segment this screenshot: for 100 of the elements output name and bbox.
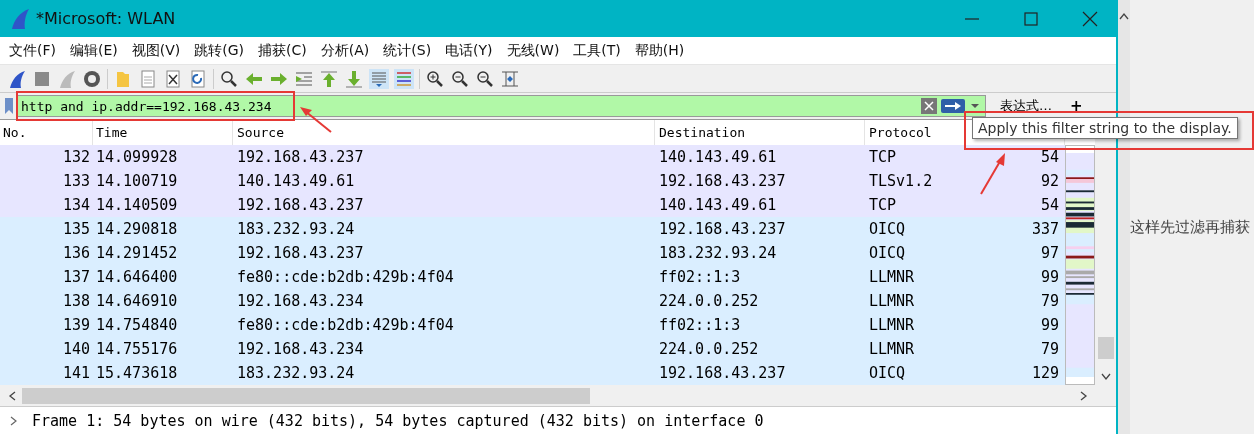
table-cell-text: LLMNR [868,340,916,358]
fin-icon[interactable] [7,68,27,89]
bookmark-icon[interactable] [4,97,14,115]
chevron-up-icon[interactable] [1119,12,1129,20]
table-cell-text: TLSv1.2 [868,172,934,190]
table-cell-text: 192.168.43.237 [658,172,787,190]
chevron-down-icon[interactable] [1100,373,1111,381]
table-cell-text: 192.168.43.234 [236,340,365,358]
menu-item[interactable]: 电话(Y) [445,41,493,60]
zoom-out-icon[interactable] [450,68,470,89]
table-cell-text: 192.168.43.234 [236,292,365,310]
table-cell-text: ff02::1:3 [658,316,742,334]
annotation-arrow [979,152,1007,196]
table-cell-text: 92 [1039,172,1060,190]
menu-item[interactable]: 跳转(G) [194,41,245,60]
menu-item[interactable]: 统计(S) [383,41,432,60]
table-cell-text: 14.754840 [95,316,179,334]
down-arrow-icon[interactable] [344,68,364,89]
table-cell-text: 137 [61,268,91,286]
table-cell-text: TCP [868,148,898,166]
expression-button[interactable]: 表达式… [996,97,1056,115]
packet-row[interactable]: 134 14.140509 192.168.43.237 140.143.49.61 TCP 54 [0,193,1065,217]
table-cell-text: 99 [1039,268,1060,286]
scroll-thumb[interactable] [1097,337,1114,359]
chevron-right-icon[interactable] [1080,390,1088,401]
table-cell-text: 224.0.0.252 [658,340,760,358]
packet-row[interactable]: 136 14.291452 192.168.43.237 183.232.93.24 OICQ 97 [0,241,1065,265]
table-cell-text: 134 [61,196,91,214]
menu-item[interactable]: 工具(T) [573,41,621,60]
chevron-left-icon[interactable] [8,390,16,401]
table-cell-text: ff02::1:3 [658,268,742,286]
zoom-in-icon[interactable] [425,68,445,89]
menu-item[interactable]: 视图(V) [131,41,181,60]
menu-item[interactable]: 分析(A) [320,41,370,60]
table-cell-text: 140.143.49.61 [658,196,778,214]
add-button[interactable]: + [1070,97,1083,115]
table-cell-text: LLMNR [868,316,916,334]
close-file-icon[interactable] [163,68,183,89]
autoscroll-icon[interactable] [369,68,389,89]
packet-row[interactable]: 133 14.100719 140.143.49.61 192.168.43.237 TLSv1.2 92 [0,169,1065,193]
table-cell-text: 183.232.93.24 [236,364,356,382]
menu-item[interactable]: 无线(W) [506,41,560,60]
table-cell-text: 14.140509 [95,196,179,214]
table-cell-text: fe80::cde:b2db:429b:4f04 [236,268,455,286]
article-text: 这样先过滤再捕获 [1130,218,1250,238]
table-cell-text: 139 [61,316,91,334]
table-cell-text: 14.291452 [95,244,179,262]
table-cell-text: 14.755176 [95,340,179,358]
table-cell-text: 136 [61,244,91,262]
packet-row[interactable]: 137 14.646400 fe80::cde:b2db:429b:4f04 ff02::1:3 LLMNR 99 [0,265,1065,289]
packet-map-drawing[interactable] [1065,145,1095,385]
table-cell-text: 140 [61,340,91,358]
annotation-arrow [299,106,333,134]
reload-icon[interactable] [188,68,208,89]
up-arrow-icon[interactable] [319,68,339,89]
packet-row[interactable]: 141 15.473618 183.232.93.24 192.168.43.237 OICQ 129 [0,361,1065,385]
horizontal-scrollbar[interactable] [0,385,1116,406]
tooltip: Apply this filter string to the display. [972,117,1238,139]
table-cell-text: 140.143.49.61 [236,172,356,190]
packet-row[interactable]: 139 14.754840 fe80::cde:b2db:429b:4f04 ff02::1:3 LLMNR 99 [0,313,1065,337]
packet-row[interactable]: 132 14.099928 192.168.43.237 140.143.49.61 TCP 54 [0,145,1065,169]
table-cell-text: 135 [61,220,91,238]
menu-item[interactable]: 帮助(H) [634,41,685,60]
table-cell-text: 14.099928 [95,148,179,166]
menu-item[interactable]: 编辑(E) [70,41,118,60]
table-cell-text: LLMNR [868,268,916,286]
table-cell-text: 14.100719 [95,172,179,190]
table-cell-text: TCP [868,196,898,214]
filter-field[interactable]: http and ip.addr==192.168.43.234 [16,95,986,117]
table-cell-text: 133 [61,172,91,190]
table-cell-text: LLMNR [868,292,916,310]
table-cell-text: 79 [1039,292,1060,310]
table-cell-text: OICQ [868,364,907,382]
table-cell-text: 192.168.43.237 [236,148,365,166]
clear-icon[interactable] [921,98,937,114]
colorize-icon[interactable] [394,68,414,89]
search-icon[interactable] [219,68,239,89]
packet-row[interactable]: 138 14.646910 192.168.43.234 224.0.0.252 LLMNR 79 [0,289,1065,313]
detail-line[interactable]: Frame 1: 54 bytes on wire (432 bits), 54 bytes captured (432 bits) on interface 0 [32,411,764,430]
table-cell-text: 14.646400 [95,268,179,286]
packet-row[interactable]: 135 14.290818 183.232.93.24 192.168.43.237 OICQ 337 [0,217,1065,241]
table-cell-text: 99 [1039,316,1060,334]
window-title: *Microsoft: WLAN [36,9,176,28]
maximize-icon[interactable] [1023,10,1039,27]
table-cell-text: 192.168.43.237 [658,220,787,238]
table-cell-text: 183.232.93.24 [236,220,356,238]
table-cell-text: 192.168.43.237 [236,196,365,214]
table-cell-text: 79 [1039,340,1060,358]
close-icon[interactable] [1082,10,1098,27]
packet-row[interactable]: 140 14.755176 192.168.43.234 224.0.0.252 LLMNR 79 [0,337,1065,361]
table-cell-text: 141 [61,364,91,382]
table-cell-text: fe80::cde:b2db:429b:4f04 [236,316,455,334]
table-cell-text: 15.473618 [95,364,179,382]
chevron-right-icon[interactable] [10,415,18,426]
table-cell-text: 14.290818 [95,220,179,238]
table-cell-text: 138 [61,292,91,310]
menu-item[interactable]: 捕获(C) [258,41,307,60]
table-cell-text: 54 [1039,196,1060,214]
resize-columns-icon[interactable] [500,68,520,89]
menu-item[interactable]: 文件(F) [9,41,56,60]
